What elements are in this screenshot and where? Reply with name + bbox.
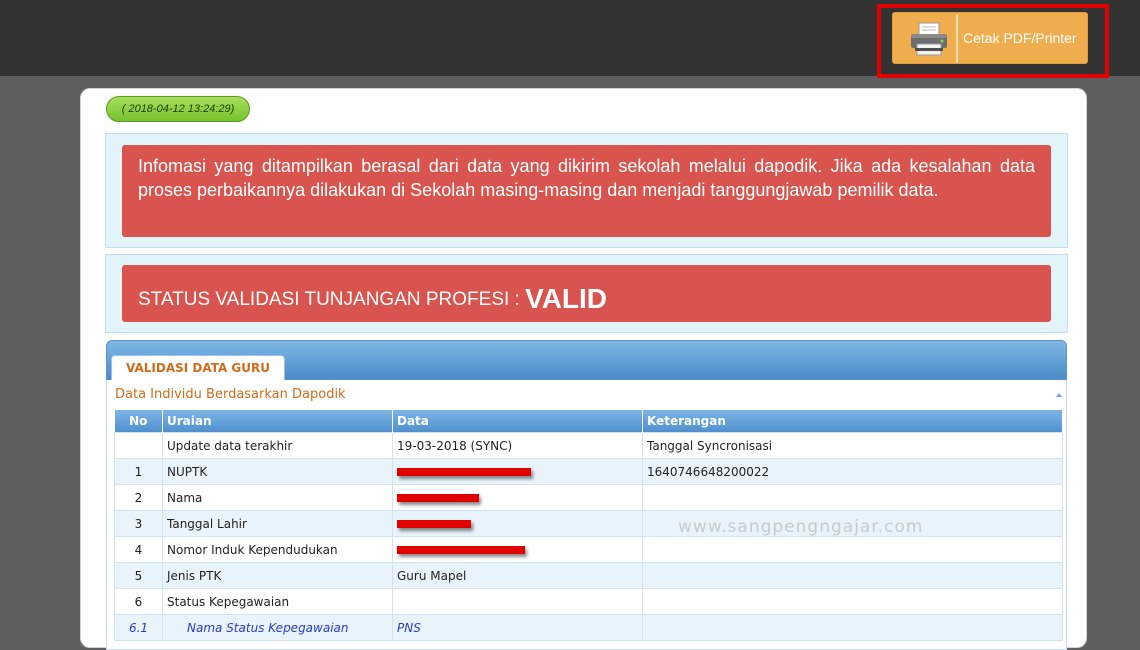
row-keterangan xyxy=(642,536,1063,563)
collapse-icon[interactable] xyxy=(1056,393,1062,397)
status-value: VALID xyxy=(525,283,608,314)
row-uraian: Jenis PTK xyxy=(162,562,393,589)
row-no: 6.1 xyxy=(114,614,163,641)
row-no: 5 xyxy=(114,562,163,589)
section-title: Data Individu Berdasarkan Dapodik xyxy=(115,387,346,402)
row-data: Guru Mapel xyxy=(392,562,643,589)
column-header-no: No xyxy=(114,410,163,433)
row-keterangan: 1640746648200022 xyxy=(642,458,1063,485)
row-keterangan xyxy=(642,588,1063,615)
row-no: 1 xyxy=(114,458,163,485)
table-row: 6.1 Nama Status Kepegawaian PNS xyxy=(114,614,1063,641)
row-no: 3 xyxy=(114,510,163,537)
row-uraian: Nomor Induk Kependudukan xyxy=(162,536,393,563)
table-row: Update data terakhir 19-03-2018 (SYNC) T… xyxy=(114,432,1063,459)
row-uraian: Tanggal Lahir xyxy=(162,510,393,537)
table-row: 1 NUPTK 1640746648200022 xyxy=(114,458,1063,485)
row-uraian: Nama xyxy=(162,484,393,511)
row-no: 4 xyxy=(114,536,163,563)
row-data xyxy=(392,510,643,537)
column-header-uraian: Uraian xyxy=(162,410,393,433)
row-data: 19-03-2018 (SYNC) xyxy=(392,432,643,459)
row-uraian: Nama Status Kepegawaian xyxy=(162,614,393,641)
row-data xyxy=(392,458,643,485)
row-keterangan xyxy=(642,484,1063,511)
row-no: 6 xyxy=(114,588,163,615)
redaction-mark xyxy=(397,494,479,502)
print-button-label: Cetak PDF/Printer xyxy=(963,30,1077,46)
tab-bar: VALIDASI DATA GURU xyxy=(106,340,1067,381)
row-data xyxy=(392,536,643,563)
watermark-text: www.sangpengngajar.com xyxy=(678,517,924,537)
button-divider xyxy=(956,15,958,63)
print-pdf-button[interactable]: Cetak PDF/Printer xyxy=(892,12,1088,64)
row-keterangan: Tanggal Syncronisasi xyxy=(642,432,1063,459)
row-keterangan xyxy=(642,562,1063,589)
row-no xyxy=(114,432,163,459)
table-row: 2 Nama xyxy=(114,484,1063,511)
status-line: STATUS VALIDASI TUNJANGAN PROFESI : VALI… xyxy=(138,283,607,315)
row-data xyxy=(392,588,643,615)
status-alert: STATUS VALIDASI TUNJANGAN PROFESI : VALI… xyxy=(122,265,1051,322)
redaction-mark xyxy=(397,546,525,554)
info-box: Infomasi yang ditampilkan berasal dari d… xyxy=(105,133,1068,248)
top-bar: Cetak PDF/Printer xyxy=(0,0,1140,78)
table-row: 4 Nomor Induk Kependudukan xyxy=(114,536,1063,563)
status-label: STATUS VALIDASI TUNJANGAN PROFESI : xyxy=(138,289,520,310)
column-header-data: Data xyxy=(392,410,643,433)
redaction-mark xyxy=(397,520,471,528)
redaction-mark xyxy=(397,468,531,476)
table-row: 5 Jenis PTK Guru Mapel xyxy=(114,562,1063,589)
column-header-keterangan: Keterangan xyxy=(642,410,1063,433)
info-alert-text: Infomasi yang ditampilkan berasal dari d… xyxy=(138,156,1035,200)
row-uraian: Status Kepegawaian xyxy=(162,588,393,615)
status-box: STATUS VALIDASI TUNJANGAN PROFESI : VALI… xyxy=(105,254,1068,333)
printer-icon xyxy=(909,21,949,57)
data-individu-section: Data Individu Berdasarkan Dapodik No Ura… xyxy=(106,380,1067,650)
row-keterangan xyxy=(642,614,1063,641)
tab-validasi-data-guru[interactable]: VALIDASI DATA GURU xyxy=(111,355,285,381)
row-uraian: NUPTK xyxy=(162,458,393,485)
row-data: PNS xyxy=(392,614,643,641)
row-no: 2 xyxy=(114,484,163,511)
table-header-row: No Uraian Data Keterangan xyxy=(114,410,1063,433)
timestamp-badge: ( 2018-04-12 13:24:29) xyxy=(106,96,250,122)
row-uraian: Update data terakhir xyxy=(162,432,393,459)
info-alert: Infomasi yang ditampilkan berasal dari d… xyxy=(122,145,1051,237)
table-row: 6 Status Kepegawaian xyxy=(114,588,1063,615)
row-data xyxy=(392,484,643,511)
